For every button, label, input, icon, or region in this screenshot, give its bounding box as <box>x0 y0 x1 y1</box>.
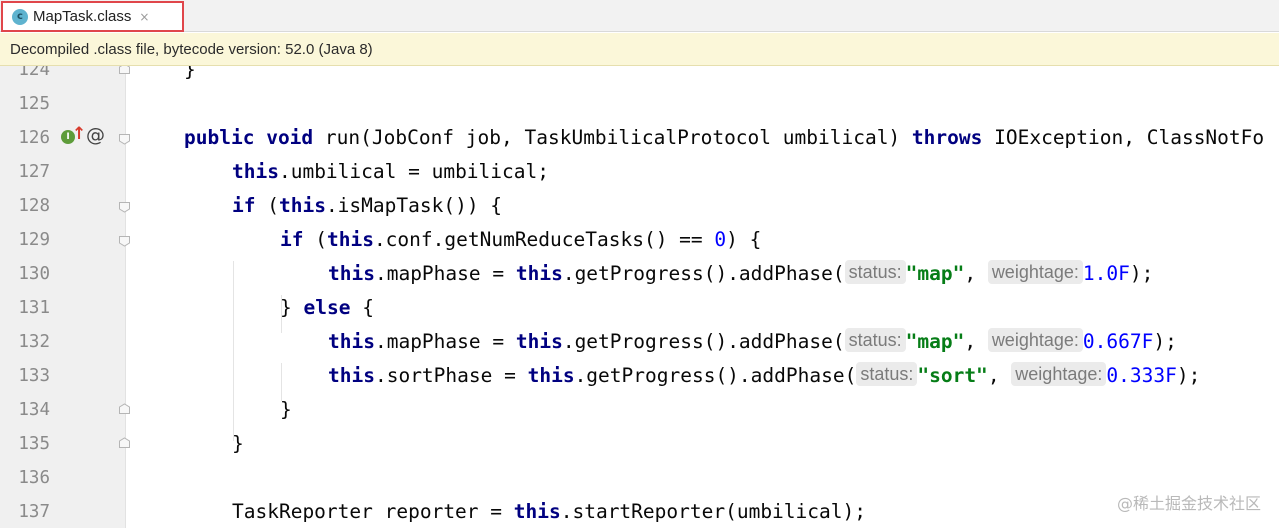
gutter-icons: I ↑ @ <box>0 121 126 155</box>
line-number: 133 <box>18 366 50 386</box>
code-text: this.mapPhase = this.getProgress().addPh… <box>328 328 1177 353</box>
line-number: 135 <box>18 434 50 454</box>
code-line: 129 if (this.conf.getNumReduceTasks() ==… <box>0 223 1279 257</box>
parameter-hint: weightage: <box>1011 362 1107 386</box>
code-line: 133 this.sortPhase = this.getProgress().… <box>0 359 1279 393</box>
close-icon[interactable]: × <box>139 10 149 24</box>
decompiled-banner: Decompiled .class file, bytecode version… <box>0 33 1279 66</box>
line-number: 124 <box>18 66 50 80</box>
code-line: 134 } <box>0 393 1279 427</box>
code-line: 130 this.mapPhase = this.getProgress().a… <box>0 257 1279 291</box>
line-number: 137 <box>18 502 50 522</box>
code-line: 127 this.umbilical = umbilical; <box>0 155 1279 189</box>
code-line: 136 <box>0 461 1279 495</box>
line-number: 134 <box>18 400 50 420</box>
code-text: if (this.isMapTask()) { <box>232 194 503 217</box>
parameter-hint: weightage: <box>987 328 1083 352</box>
tab-label: MapTask.class <box>33 8 132 25</box>
code-line: 131 } else { <box>0 291 1279 325</box>
line-number: 130 <box>18 264 50 284</box>
code-line: 137 TaskReporter reporter = this.startRe… <box>0 495 1279 528</box>
parameter-hint: status: <box>844 328 906 352</box>
line-number: 128 <box>18 196 50 216</box>
fold-start-icon[interactable] <box>118 133 131 145</box>
line-number: 131 <box>18 298 50 318</box>
annotation-icon[interactable]: @ <box>86 124 105 146</box>
tab-maptask-class[interactable]: c MapTask.class × <box>1 1 184 32</box>
code-text: } <box>184 66 196 81</box>
parameter-hint: status: <box>844 260 906 284</box>
code-text: if (this.conf.getNumReduceTasks() == 0) … <box>280 228 762 251</box>
fold-start-icon[interactable] <box>118 235 131 247</box>
code-text: public void run(JobConf job, TaskUmbilic… <box>184 126 1265 149</box>
code-text: } <box>232 432 244 455</box>
class-file-icon: c <box>12 8 28 25</box>
parameter-hint: weightage: <box>987 260 1083 284</box>
fold-end-icon[interactable] <box>118 437 131 449</box>
fold-end-icon[interactable] <box>118 403 131 415</box>
parameter-hint: status: <box>856 362 918 386</box>
watermark: @稀土掘金技术社区 <box>1116 494 1261 513</box>
code-text: this.mapPhase = this.getProgress().addPh… <box>328 260 1154 285</box>
code-text: } <box>280 398 292 421</box>
banner-text: Decompiled .class file, bytecode version… <box>10 40 373 58</box>
code-line: 125 <box>0 87 1279 121</box>
line-number: 136 <box>18 468 50 488</box>
arrow-up-icon[interactable]: ↑ <box>72 124 86 144</box>
code-line: 124 } <box>0 66 1279 87</box>
line-number: 132 <box>18 332 50 352</box>
code-text: this.sortPhase = this.getProgress().addP… <box>328 362 1201 387</box>
code-line: 128 if (this.isMapTask()) { <box>0 189 1279 223</box>
fold-start-icon[interactable] <box>118 201 131 213</box>
code-text: } else { <box>280 296 374 319</box>
fold-end-icon[interactable] <box>118 66 131 75</box>
code-text: this.umbilical = umbilical; <box>232 160 549 183</box>
line-number: 129 <box>18 230 50 250</box>
code-line: 135 } <box>0 427 1279 461</box>
line-number: 125 <box>18 94 50 114</box>
code-line: 126 public void run(JobConf job, TaskUmb… <box>0 121 1279 155</box>
code-editor[interactable]: 124 } 125 126 public void run(JobConf jo… <box>0 66 1279 528</box>
line-number: 127 <box>18 162 50 182</box>
code-text: TaskReporter reporter = this.startReport… <box>232 500 866 523</box>
code-line: 132 this.mapPhase = this.getProgress().a… <box>0 325 1279 359</box>
editor-tab-bar: c MapTask.class × <box>0 0 1279 32</box>
